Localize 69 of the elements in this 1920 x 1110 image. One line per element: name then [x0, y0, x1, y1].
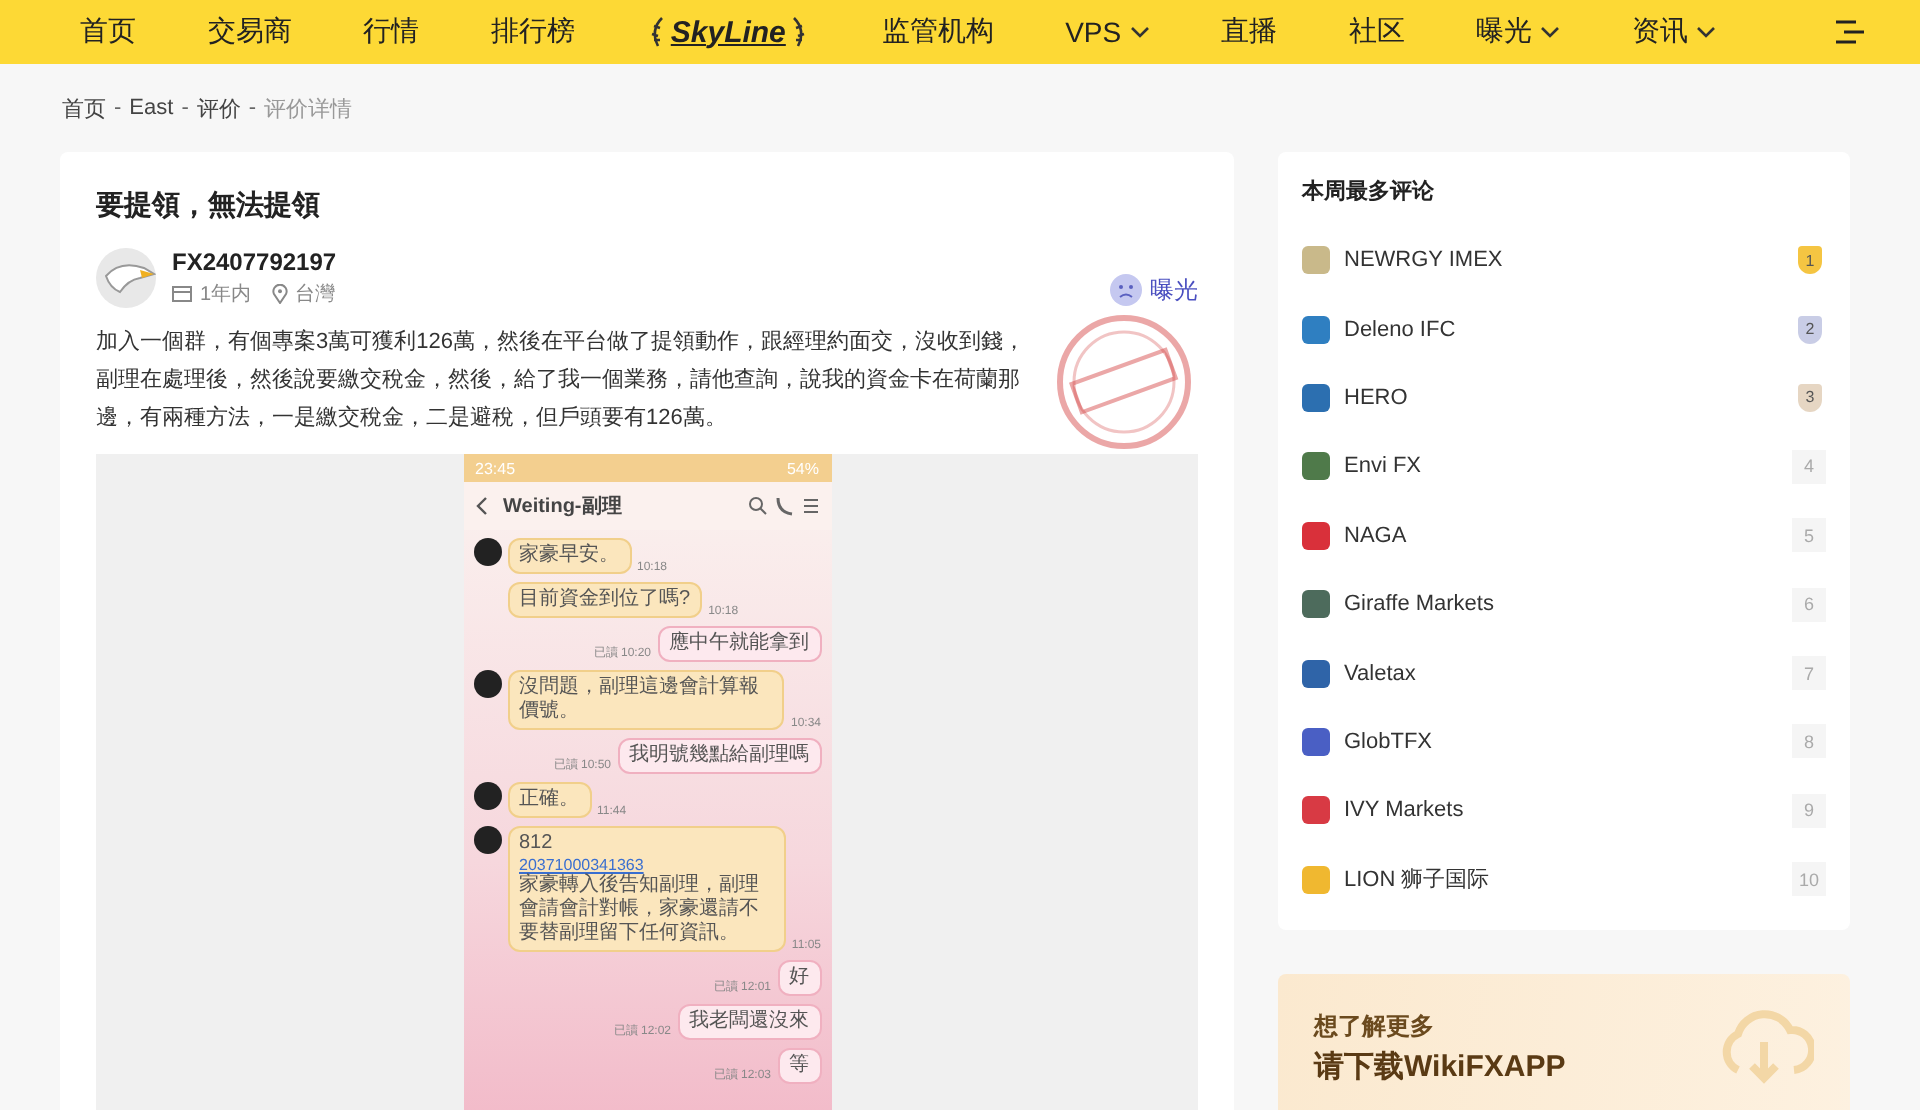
message-text: 好 — [789, 966, 809, 990]
rank-number: 10 — [1792, 862, 1826, 897]
broker-link[interactable]: HERO — [1344, 385, 1784, 410]
broker-link[interactable]: Envi FX — [1344, 454, 1778, 479]
broker-link[interactable]: NAGA — [1344, 523, 1778, 548]
breadcrumb-link[interactable]: East — [129, 96, 174, 120]
rank-number: 4 — [1792, 449, 1826, 484]
author-name[interactable]: FX2407792197 — [172, 248, 348, 276]
nav-link[interactable]: 首页 — [80, 14, 136, 50]
nav-link[interactable]: 社区 — [1348, 14, 1405, 50]
back-icon — [475, 496, 487, 516]
nav-link[interactable]: 行情 — [363, 14, 420, 50]
rank-number: 6 — [1792, 587, 1826, 622]
nav-link[interactable]: 交易商 — [207, 14, 292, 50]
sad-face-icon — [1110, 274, 1142, 306]
rank-medal: 2 — [1798, 315, 1822, 344]
message-text: 應中午就能拿到 — [669, 632, 809, 656]
message-text: 812 — [519, 832, 555, 856]
rank-medal: 3 — [1798, 383, 1822, 412]
nav-link[interactable]: 监管机构 — [881, 14, 994, 50]
rank-medal: 1 — [1798, 246, 1822, 275]
broker-link[interactable]: Giraffe Markets — [1344, 592, 1778, 617]
broker-link[interactable]: Deleno IFC — [1344, 317, 1784, 342]
nav-link[interactable]: VPS — [1065, 16, 1150, 48]
location: 台灣 — [295, 281, 336, 308]
nav-link[interactable]: 曝光 — [1476, 14, 1561, 50]
broker-link[interactable]: Valetax — [1344, 661, 1778, 686]
broker-link[interactable]: IVY Markets — [1344, 798, 1778, 823]
message-text: 沒問題，副理這邊會計算報價號。 — [519, 676, 761, 724]
broker-link[interactable]: GlobTFX — [1344, 729, 1778, 754]
stamp-icon — [1054, 312, 1194, 452]
review-title: 要提領，無法提領 — [96, 188, 322, 224]
breadcrumb-separator: - — [181, 96, 189, 120]
nav-link[interactable]: 直播 — [1220, 14, 1277, 50]
status-clock: 23:45 — [475, 459, 516, 477]
message-text: 家豪早安。 — [519, 544, 619, 568]
message-text: 目前資金到位了嗎? — [519, 588, 691, 612]
breadcrumb-separator: - — [248, 96, 257, 120]
rank-number: 5 — [1792, 518, 1826, 553]
rank-number: 8 — [1792, 724, 1826, 759]
breadcrumb-link[interactable]: 评价 — [196, 93, 241, 123]
message-text: 正確。 — [519, 788, 579, 812]
message-text: 我明號幾點給副理嗎 — [629, 744, 809, 768]
logo[interactable]: SkyLine — [646, 14, 810, 50]
breadcrumb-link[interactable]: 首页 — [62, 93, 106, 123]
message-link[interactable]: 20371000341363 — [519, 856, 774, 874]
promo-subtitle: 想了解更多 — [1314, 1009, 1436, 1044]
nav-link[interactable]: 资讯 — [1631, 14, 1716, 50]
post-age: 1年内 — [200, 281, 252, 308]
broker-link[interactable]: LION 狮子国际 — [1344, 864, 1778, 895]
broker-link[interactable]: NEWRGY IMEX — [1344, 248, 1784, 273]
menu-icon[interactable] — [1836, 20, 1864, 44]
nav-link[interactable]: 排行榜 — [491, 14, 576, 50]
promo-title: 请下载WikiFXAPP — [1314, 1047, 1566, 1086]
chat-actions-icon — [747, 496, 819, 516]
message-text: 等 — [789, 1054, 809, 1078]
rank-number: 7 — [1792, 656, 1826, 691]
ranking-title: 本周最多评论 — [1302, 177, 1436, 206]
message-text: 我老闆還沒來 — [689, 1010, 809, 1034]
location-icon — [271, 284, 288, 304]
avatar-icon — [96, 248, 156, 308]
rank-number: 9 — [1792, 793, 1826, 828]
tag-label: 曝光 — [1150, 273, 1198, 307]
contact-name: Weiting-副理 — [503, 493, 624, 520]
battery-level: 54% — [786, 459, 819, 477]
breadcrumb-separator: - — [114, 96, 122, 120]
calendar-icon — [172, 286, 192, 302]
review-text: 加入一個群，有個專案3萬可獲利126萬，然後在平台做了提領動作，跟經理約面交，沒收到錢，副理在處理後，然後說要繳交稅金，然後，給了我一個業務，請他查詢，說我的資金卡在荷蘭那邊，有兩種方法，一是繳交稅金，二是避稅，但戶頭要有126萬。 — [96, 327, 1027, 434]
message-text: 家豪轉入後告知副理，副理會請會計對帳，家豪還請不要替副理留下任何資訊。 — [519, 874, 761, 946]
